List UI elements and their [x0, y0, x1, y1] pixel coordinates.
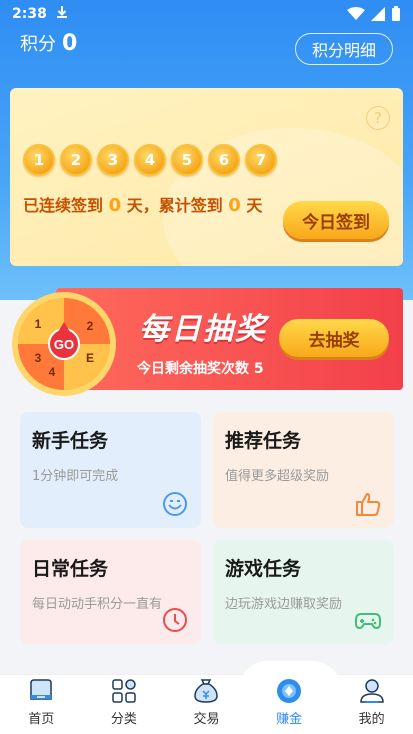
download-icon	[55, 5, 69, 23]
nav-label: 首页	[28, 712, 55, 727]
task-desc: 1分钟即可完成	[32, 469, 119, 484]
wheel-label: 1	[35, 317, 42, 331]
lottery-title: 每日抽奖	[139, 312, 267, 347]
nav-label: 我的	[358, 712, 385, 727]
home-icon	[30, 679, 53, 700]
user-icon	[359, 679, 384, 703]
battery-icon	[392, 6, 400, 21]
task-title: 新手任务	[32, 426, 109, 453]
lottery-button[interactable]: 去抽奖	[279, 319, 389, 357]
clock-icon	[163, 608, 187, 632]
wheel-label: 2	[87, 319, 94, 333]
wheel-label: E	[86, 351, 94, 365]
total-days: 0	[228, 195, 241, 216]
checkin-button[interactable]: 今日签到	[283, 201, 389, 239]
task-title: 推荐任务	[225, 426, 302, 453]
task-card-recommended[interactable]: 推荐任务 值得更多超级奖励	[213, 412, 394, 528]
bottom-nav: 首页 分类 交易 赚金 我的	[0, 661, 413, 734]
help-icon[interactable]: ?	[366, 106, 390, 130]
nav-item-home[interactable]: 首页	[0, 675, 83, 734]
wheel-label: 3	[35, 351, 42, 365]
gamepad-icon	[355, 613, 381, 630]
task-title: 日常任务	[32, 554, 109, 581]
points-detail-button[interactable]: 积分明细	[295, 33, 393, 65]
day-coin: 1	[23, 144, 55, 176]
streak-mid: 天，累计签到	[126, 196, 223, 215]
day-coin: 6	[208, 144, 240, 176]
checkin-card: ? 1 2 3 4 5 6 7 已连续签到 0 天，累计签到 0 天 今日签到	[10, 88, 403, 266]
smile-icon	[163, 492, 187, 516]
grid-icon	[112, 679, 136, 703]
day-coin: 7	[245, 144, 277, 176]
points-display: 积分 0	[20, 30, 77, 56]
status-bar: 2:38	[12, 4, 401, 24]
task-card-game[interactable]: 游戏任务 边玩游戏边赚取奖励	[213, 540, 394, 644]
wifi-icon	[347, 7, 365, 20]
lottery-remaining: 今日剩余抽奖次数 5	[137, 361, 264, 377]
streak-text: 已连续签到 0 天，累计签到 0 天	[23, 192, 281, 220]
streak-suffix: 天	[246, 196, 263, 215]
task-card-newbie[interactable]: 新手任务 1分钟即可完成	[20, 412, 201, 528]
nav-item-profile[interactable]: 我的	[330, 675, 413, 734]
status-time: 2:38	[12, 6, 47, 22]
lottery-banner[interactable]: GO 1 2 3 4 E 每日抽奖 今日剩余抽奖次数 5 去抽奖	[10, 288, 403, 396]
streak-days: 0	[108, 195, 122, 216]
coin-row: 1 2 3 4 5 6 7	[23, 144, 277, 176]
wheel-label: 4	[49, 365, 56, 379]
task-title: 游戏任务	[225, 554, 302, 581]
money-bag-icon	[194, 679, 219, 703]
nav-item-trade[interactable]: 交易	[165, 675, 248, 734]
earn-icon	[277, 679, 302, 703]
nav-label: 交易	[193, 712, 220, 727]
streak-prefix: 已连续签到	[23, 196, 104, 215]
nav-item-category[interactable]: 分类	[83, 675, 166, 734]
thumbs-up-icon	[356, 493, 381, 516]
task-card-daily[interactable]: 日常任务 每日动动手积分一直有	[20, 540, 201, 644]
day-coin: 4	[134, 144, 166, 176]
task-desc: 值得更多超级奖励	[225, 469, 330, 484]
points-value: 0	[62, 31, 78, 56]
nav-label: 分类	[110, 712, 137, 727]
day-coin: 3	[97, 144, 129, 176]
nav-label: 赚金	[276, 712, 303, 727]
lottery-wheel-icon: GO 1 2 3 4 E	[12, 292, 116, 396]
nav-item-earn[interactable]: 赚金	[248, 675, 331, 734]
points-label: 积分	[20, 34, 56, 55]
signal-icon	[371, 7, 385, 21]
wheel-center-label: GO	[54, 337, 74, 352]
day-coin: 2	[60, 144, 92, 176]
day-coin: 5	[171, 144, 203, 176]
